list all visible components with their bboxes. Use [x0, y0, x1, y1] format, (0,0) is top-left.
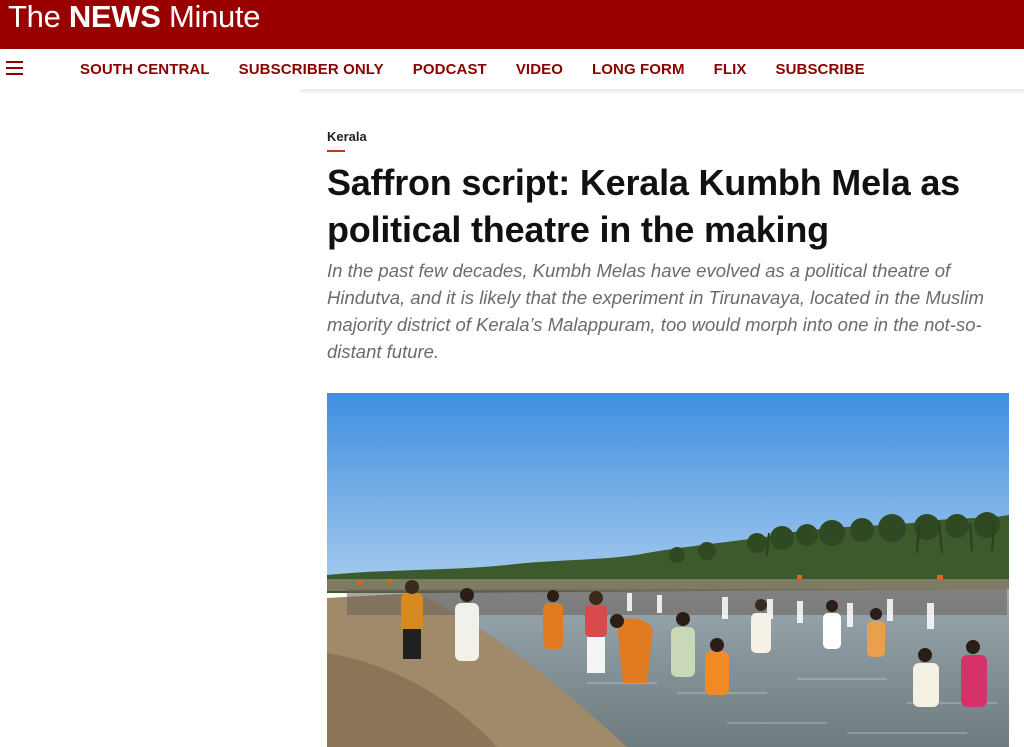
article: Kerala Saffron script: Kerala Kumbh Mela… — [327, 128, 1017, 365]
nav-item-subscribe[interactable]: SUBSCRIBE — [775, 61, 864, 78]
category-underline — [327, 150, 345, 152]
nav-item-long-form[interactable]: LONG FORM — [592, 61, 685, 78]
logo-minute: Minute — [160, 0, 261, 34]
article-headline: Saffron script: Kerala Kumbh Mela as pol… — [327, 162, 960, 250]
main-nav: SOUTH CENTRAL SUBSCRIBER ONLY PODCAST VI… — [0, 49, 1024, 89]
masthead: The NEWS Minute — [0, 0, 1024, 49]
nav-shadow — [300, 89, 1024, 94]
nav-item-south-central[interactable]: SOUTH CENTRAL — [80, 61, 210, 78]
hero-image — [327, 393, 1009, 747]
nav-item-subscriber-only[interactable]: SUBSCRIBER ONLY — [239, 61, 384, 78]
nav-item-flix[interactable]: FLIX — [714, 61, 747, 78]
hamburger-icon[interactable] — [6, 61, 23, 75]
crowd-bathing-in-river-photo — [327, 393, 1009, 747]
logo-news: NEWS — [68, 0, 161, 34]
logo-the: The — [8, 0, 69, 34]
article-category[interactable]: Kerala — [327, 128, 1017, 146]
nav-item-video[interactable]: VIDEO — [516, 61, 563, 78]
site-logo[interactable]: The NEWS Minute — [8, 0, 261, 36]
nav-item-podcast[interactable]: PODCAST — [413, 61, 487, 78]
nav-items: SOUTH CENTRAL SUBSCRIBER ONLY PODCAST VI… — [80, 49, 894, 89]
article-standfirst: In the past few decades, Kumbh Melas hav… — [327, 260, 984, 362]
